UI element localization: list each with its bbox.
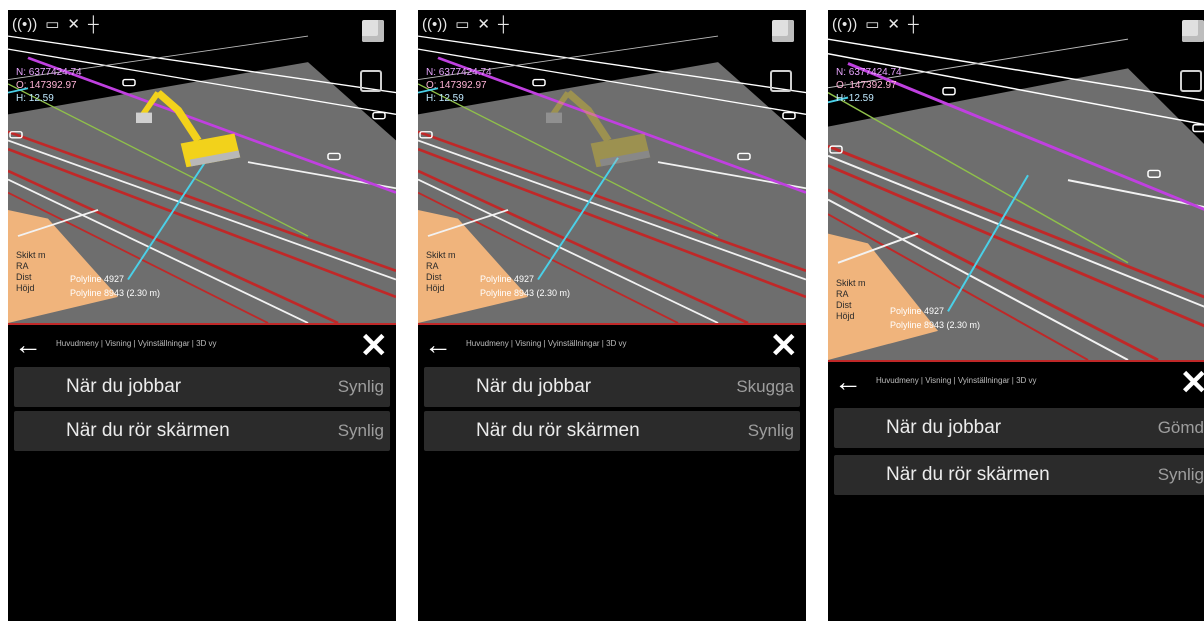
layer-info-labels: Skikt m RA Dist Höjd bbox=[16, 250, 46, 294]
height: H: 12.59 bbox=[836, 93, 874, 104]
setting-label: När du rör skärmen bbox=[476, 420, 640, 441]
breadcrumb: Huvudmeny | Visning | Vyinställningar | … bbox=[466, 339, 627, 348]
gnss-receiver-icon: ▭ bbox=[865, 16, 880, 33]
polyline-labels: Polyline 4927 Polyline 8943 (2.30 m) bbox=[70, 272, 160, 300]
map-label-ra: RA bbox=[836, 289, 849, 299]
antenna-icon: ((•)) bbox=[422, 16, 448, 33]
setting-row-when-working[interactable]: När du jobbar Synlig bbox=[14, 367, 390, 407]
polyline-label: Polyline 8943 (2.30 m) bbox=[480, 288, 571, 298]
back-arrow-icon[interactable]: ← bbox=[834, 368, 868, 398]
settings-header: ← Huvudmeny | Visning | Vyinställningar … bbox=[418, 323, 806, 367]
satellite-icon: ✕ bbox=[477, 16, 490, 33]
settings-header: ← Huvudmeny | Visning | Vyinställningar … bbox=[8, 323, 396, 367]
3d-scene-view[interactable]: ((•)) ▭ ✕ ┼ N: 6377424.74 O: 147392.97 H: 1… bbox=[8, 10, 396, 323]
gnss-status-bar: ((•)) ▭ ✕ ┼ bbox=[422, 16, 509, 34]
easting: O: 147392.97 bbox=[426, 80, 487, 91]
gnss-status-bar: ((•)) ▭ ✕ ┼ bbox=[12, 16, 99, 34]
northing: N: 6377424.74 bbox=[426, 67, 492, 78]
map-label-ra: RA bbox=[426, 261, 439, 271]
setting-label: När du jobbar bbox=[886, 417, 1002, 438]
map-label-height: Höjd bbox=[16, 283, 35, 293]
setting-value: Synlig bbox=[1157, 465, 1204, 484]
zoom-extents-icon[interactable] bbox=[770, 70, 792, 92]
height: H: 12.59 bbox=[16, 93, 54, 104]
polyline-label: Polyline 8943 (2.30 m) bbox=[890, 320, 981, 330]
setting-value: Synlig bbox=[747, 421, 794, 440]
3d-road-model bbox=[828, 10, 1204, 360]
screen-machine-hidden: ((•)) ▭ ✕ ┼ N: 6377424.74 O: 147392.97 H: 1… bbox=[828, 10, 1204, 621]
position-readout: N: 6377424.74 O: 147392.97 H: 12.59 bbox=[836, 66, 902, 105]
setting-value: Synlig bbox=[337, 421, 384, 440]
map-label-dist: Dist bbox=[426, 272, 442, 282]
3d-road-model bbox=[418, 10, 806, 323]
northing: N: 6377424.74 bbox=[836, 67, 902, 78]
breadcrumb: Huvudmeny | Visning | Vyinställningar | … bbox=[56, 339, 217, 348]
easting: O: 147392.97 bbox=[836, 80, 897, 91]
setting-row-when-touching[interactable]: När du rör skärmen Synlig bbox=[14, 411, 390, 451]
setting-label: När du jobbar bbox=[66, 376, 182, 397]
3d-road-model bbox=[8, 10, 396, 323]
antenna-icon: ((•)) bbox=[832, 16, 858, 33]
setting-row-when-working[interactable]: När du jobbar Skugga bbox=[424, 367, 800, 407]
close-icon[interactable]: ✕ bbox=[770, 327, 799, 365]
polyline-label: Polyline 4927 bbox=[480, 274, 535, 284]
gnss-receiver-icon: ▭ bbox=[455, 16, 470, 33]
zoom-extents-icon[interactable] bbox=[360, 70, 382, 92]
map-label-layer: Skikt m bbox=[426, 250, 456, 260]
gnss-status-bar: ((•)) ▭ ✕ ┼ bbox=[832, 16, 919, 34]
satellite-icon: ✕ bbox=[67, 16, 80, 33]
settings-header: ← Huvudmeny | Visning | Vyinställningar … bbox=[828, 360, 1204, 404]
easting: O: 147392.97 bbox=[16, 80, 77, 91]
setting-row-when-working[interactable]: När du jobbar Gömd bbox=[834, 408, 1204, 448]
3d-cube-icon[interactable] bbox=[772, 20, 794, 42]
height: H: 12.59 bbox=[426, 93, 464, 104]
3d-scene-view[interactable]: ((•)) ▭ ✕ ┼ N: 6377424.74 O: 147392.97 H: 1… bbox=[828, 10, 1204, 360]
layer-info-labels: Skikt m RA Dist Höjd bbox=[836, 278, 866, 322]
setting-row-when-touching[interactable]: När du rör skärmen Synlig bbox=[424, 411, 800, 451]
crosshair-icon: ┼ bbox=[498, 16, 509, 33]
close-icon[interactable]: ✕ bbox=[1180, 364, 1204, 402]
map-label-layer: Skikt m bbox=[836, 278, 866, 288]
back-arrow-icon[interactable]: ← bbox=[424, 331, 458, 361]
zoom-extents-icon[interactable] bbox=[1180, 70, 1202, 92]
layer-info-labels: Skikt m RA Dist Höjd bbox=[426, 250, 456, 294]
close-icon[interactable]: ✕ bbox=[360, 327, 389, 365]
map-label-height: Höjd bbox=[426, 283, 445, 293]
3d-cube-icon[interactable] bbox=[362, 20, 384, 42]
position-readout: N: 6377424.74 O: 147392.97 H: 12.59 bbox=[426, 66, 492, 105]
polyline-labels: Polyline 4927 Polyline 8943 (2.30 m) bbox=[480, 272, 570, 300]
northing: N: 6377424.74 bbox=[16, 67, 82, 78]
setting-row-when-touching[interactable]: När du rör skärmen Synlig bbox=[834, 455, 1204, 495]
screen-machine-visible: ((•)) ▭ ✕ ┼ N: 6377424.74 O: 147392.97 H: 1… bbox=[8, 10, 396, 621]
3d-scene-view[interactable]: ((•)) ▭ ✕ ┼ N: 6377424.74 O: 147392.97 H: 1… bbox=[418, 10, 806, 323]
setting-label: När du rör skärmen bbox=[66, 420, 230, 441]
polyline-label: Polyline 8943 (2.30 m) bbox=[70, 288, 161, 298]
map-label-layer: Skikt m bbox=[16, 250, 46, 260]
setting-value: Skugga bbox=[736, 377, 794, 396]
crosshair-icon: ┼ bbox=[88, 16, 99, 33]
antenna-icon: ((•)) bbox=[12, 16, 38, 33]
3d-cube-icon[interactable] bbox=[1182, 20, 1204, 42]
screen-machine-shadow: ((•)) ▭ ✕ ┼ N: 6377424.74 O: 147392.97 H: 1… bbox=[418, 10, 806, 621]
map-label-dist: Dist bbox=[836, 300, 852, 310]
polyline-label: Polyline 4927 bbox=[890, 306, 945, 316]
setting-value: Synlig bbox=[337, 377, 384, 396]
setting-label: När du rör skärmen bbox=[886, 464, 1050, 485]
setting-label: När du jobbar bbox=[476, 376, 592, 397]
gnss-receiver-icon: ▭ bbox=[45, 16, 60, 33]
polyline-label: Polyline 4927 bbox=[70, 274, 125, 284]
satellite-icon: ✕ bbox=[887, 16, 900, 33]
position-readout: N: 6377424.74 O: 147392.97 H: 12.59 bbox=[16, 66, 82, 105]
map-label-ra: RA bbox=[16, 261, 29, 271]
breadcrumb: Huvudmeny | Visning | Vyinställningar | … bbox=[876, 376, 1037, 385]
polyline-labels: Polyline 4927 Polyline 8943 (2.30 m) bbox=[890, 304, 980, 332]
map-label-height: Höjd bbox=[836, 311, 855, 321]
back-arrow-icon[interactable]: ← bbox=[14, 331, 48, 361]
map-label-dist: Dist bbox=[16, 272, 32, 282]
setting-value: Gömd bbox=[1157, 418, 1204, 437]
crosshair-icon: ┼ bbox=[908, 16, 919, 33]
